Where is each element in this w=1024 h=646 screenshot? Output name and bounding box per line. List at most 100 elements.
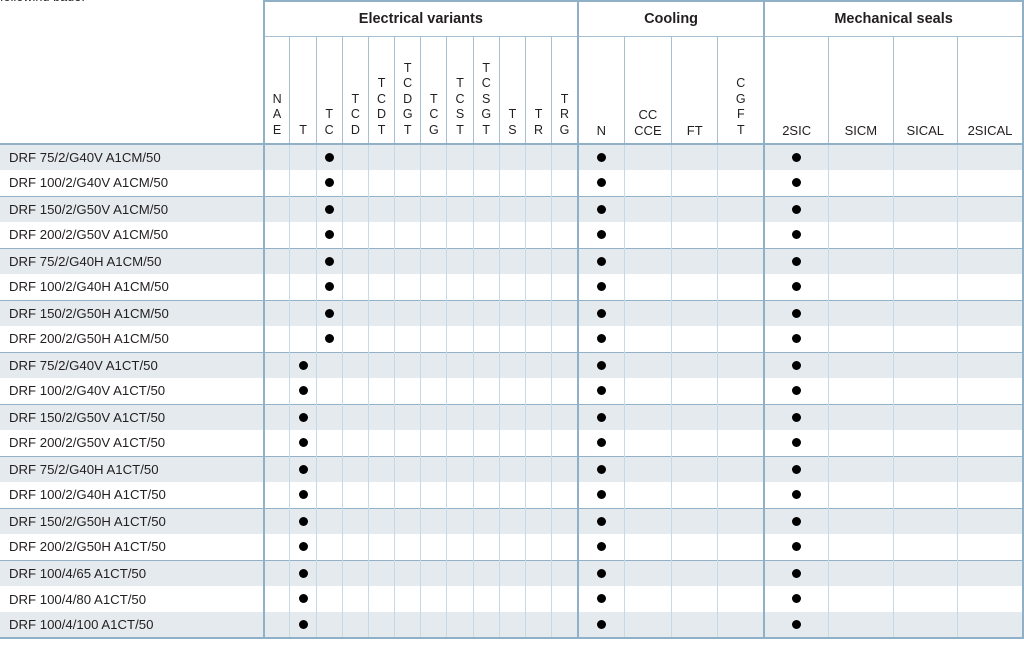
table-row[interactable]: DRF 75/2/G40H A1CM/50	[0, 247, 1024, 274]
empty-cell[interactable]	[472, 195, 500, 222]
empty-cell[interactable]	[341, 403, 369, 430]
empty-cell[interactable]	[394, 612, 422, 639]
empty-cell[interactable]	[472, 351, 500, 378]
empty-cell[interactable]	[262, 170, 291, 196]
empty-cell[interactable]	[524, 612, 553, 639]
table-row[interactable]: DRF 100/2/G40H A1CM/50	[0, 274, 1024, 300]
empty-cell[interactable]	[446, 586, 474, 612]
empty-cell[interactable]	[472, 612, 500, 639]
empty-cell[interactable]	[262, 222, 291, 248]
table-row[interactable]: DRF 75/2/G40H A1CT/50	[0, 455, 1024, 482]
empty-cell[interactable]	[498, 430, 526, 456]
empty-cell[interactable]	[498, 534, 526, 560]
availability-marker-cell[interactable]	[315, 299, 343, 326]
empty-cell[interactable]	[472, 299, 500, 326]
empty-cell[interactable]	[524, 247, 553, 274]
empty-cell[interactable]	[262, 403, 291, 430]
empty-cell[interactable]	[717, 403, 766, 430]
empty-cell[interactable]	[498, 559, 526, 586]
empty-cell[interactable]	[262, 326, 291, 352]
empty-cell[interactable]	[367, 507, 396, 534]
availability-marker-cell[interactable]	[763, 247, 830, 274]
empty-cell[interactable]	[367, 455, 396, 482]
table-row[interactable]: DRF 200/2/G50H A1CT/50	[0, 534, 1024, 560]
empty-cell[interactable]	[420, 351, 448, 378]
empty-cell[interactable]	[341, 195, 369, 222]
empty-cell[interactable]	[420, 143, 448, 170]
empty-cell[interactable]	[472, 326, 500, 352]
empty-cell[interactable]	[262, 612, 291, 639]
empty-cell[interactable]	[420, 430, 448, 456]
empty-cell[interactable]	[289, 195, 317, 222]
empty-cell[interactable]	[498, 482, 526, 508]
availability-marker-cell[interactable]	[315, 170, 343, 196]
empty-cell[interactable]	[524, 482, 553, 508]
empty-cell[interactable]	[892, 170, 958, 196]
empty-cell[interactable]	[623, 326, 673, 352]
empty-cell[interactable]	[551, 195, 579, 222]
table-row[interactable]: DRF 150/2/G50H A1CM/50	[0, 299, 1024, 326]
empty-cell[interactable]	[446, 247, 474, 274]
empty-cell[interactable]	[262, 534, 291, 560]
availability-marker-cell[interactable]	[289, 559, 317, 586]
availability-marker-cell[interactable]	[763, 507, 830, 534]
availability-marker-cell[interactable]	[763, 378, 830, 404]
empty-cell[interactable]	[956, 612, 1024, 639]
empty-cell[interactable]	[498, 403, 526, 430]
empty-cell[interactable]	[472, 430, 500, 456]
empty-cell[interactable]	[717, 326, 766, 352]
empty-cell[interactable]	[262, 195, 291, 222]
empty-cell[interactable]	[367, 274, 396, 300]
table-row[interactable]: DRF 100/4/80 A1CT/50	[0, 586, 1024, 612]
empty-cell[interactable]	[892, 195, 958, 222]
empty-cell[interactable]	[315, 482, 343, 508]
empty-cell[interactable]	[892, 559, 958, 586]
empty-cell[interactable]	[420, 170, 448, 196]
empty-cell[interactable]	[671, 430, 719, 456]
empty-cell[interactable]	[671, 403, 719, 430]
empty-cell[interactable]	[262, 274, 291, 300]
empty-cell[interactable]	[341, 559, 369, 586]
empty-cell[interactable]	[262, 247, 291, 274]
empty-cell[interactable]	[420, 299, 448, 326]
availability-marker-cell[interactable]	[315, 326, 343, 352]
empty-cell[interactable]	[367, 143, 396, 170]
empty-cell[interactable]	[315, 507, 343, 534]
empty-cell[interactable]	[498, 195, 526, 222]
empty-cell[interactable]	[289, 299, 317, 326]
availability-marker-cell[interactable]	[763, 430, 830, 456]
empty-cell[interactable]	[262, 299, 291, 326]
availability-marker-cell[interactable]	[576, 170, 625, 196]
availability-marker-cell[interactable]	[576, 143, 625, 170]
table-row[interactable]: DRF 100/2/G40V A1CT/50	[0, 378, 1024, 404]
empty-cell[interactable]	[367, 326, 396, 352]
empty-cell[interactable]	[498, 586, 526, 612]
availability-marker-cell[interactable]	[576, 482, 625, 508]
empty-cell[interactable]	[717, 482, 766, 508]
empty-cell[interactable]	[367, 586, 396, 612]
empty-cell[interactable]	[367, 482, 396, 508]
empty-cell[interactable]	[394, 222, 422, 248]
empty-cell[interactable]	[524, 170, 553, 196]
empty-cell[interactable]	[367, 247, 396, 274]
empty-cell[interactable]	[956, 247, 1024, 274]
empty-cell[interactable]	[394, 351, 422, 378]
empty-cell[interactable]	[828, 378, 894, 404]
empty-cell[interactable]	[446, 559, 474, 586]
empty-cell[interactable]	[420, 403, 448, 430]
empty-cell[interactable]	[446, 195, 474, 222]
empty-cell[interactable]	[828, 351, 894, 378]
availability-marker-cell[interactable]	[763, 195, 830, 222]
empty-cell[interactable]	[446, 403, 474, 430]
empty-cell[interactable]	[671, 559, 719, 586]
empty-cell[interactable]	[420, 586, 448, 612]
table-row[interactable]: DRF 100/4/65 A1CT/50	[0, 559, 1024, 586]
empty-cell[interactable]	[420, 559, 448, 586]
empty-cell[interactable]	[828, 247, 894, 274]
empty-cell[interactable]	[394, 247, 422, 274]
empty-cell[interactable]	[671, 222, 719, 248]
empty-cell[interactable]	[446, 143, 474, 170]
empty-cell[interactable]	[551, 326, 579, 352]
empty-cell[interactable]	[394, 274, 422, 300]
empty-cell[interactable]	[551, 378, 579, 404]
